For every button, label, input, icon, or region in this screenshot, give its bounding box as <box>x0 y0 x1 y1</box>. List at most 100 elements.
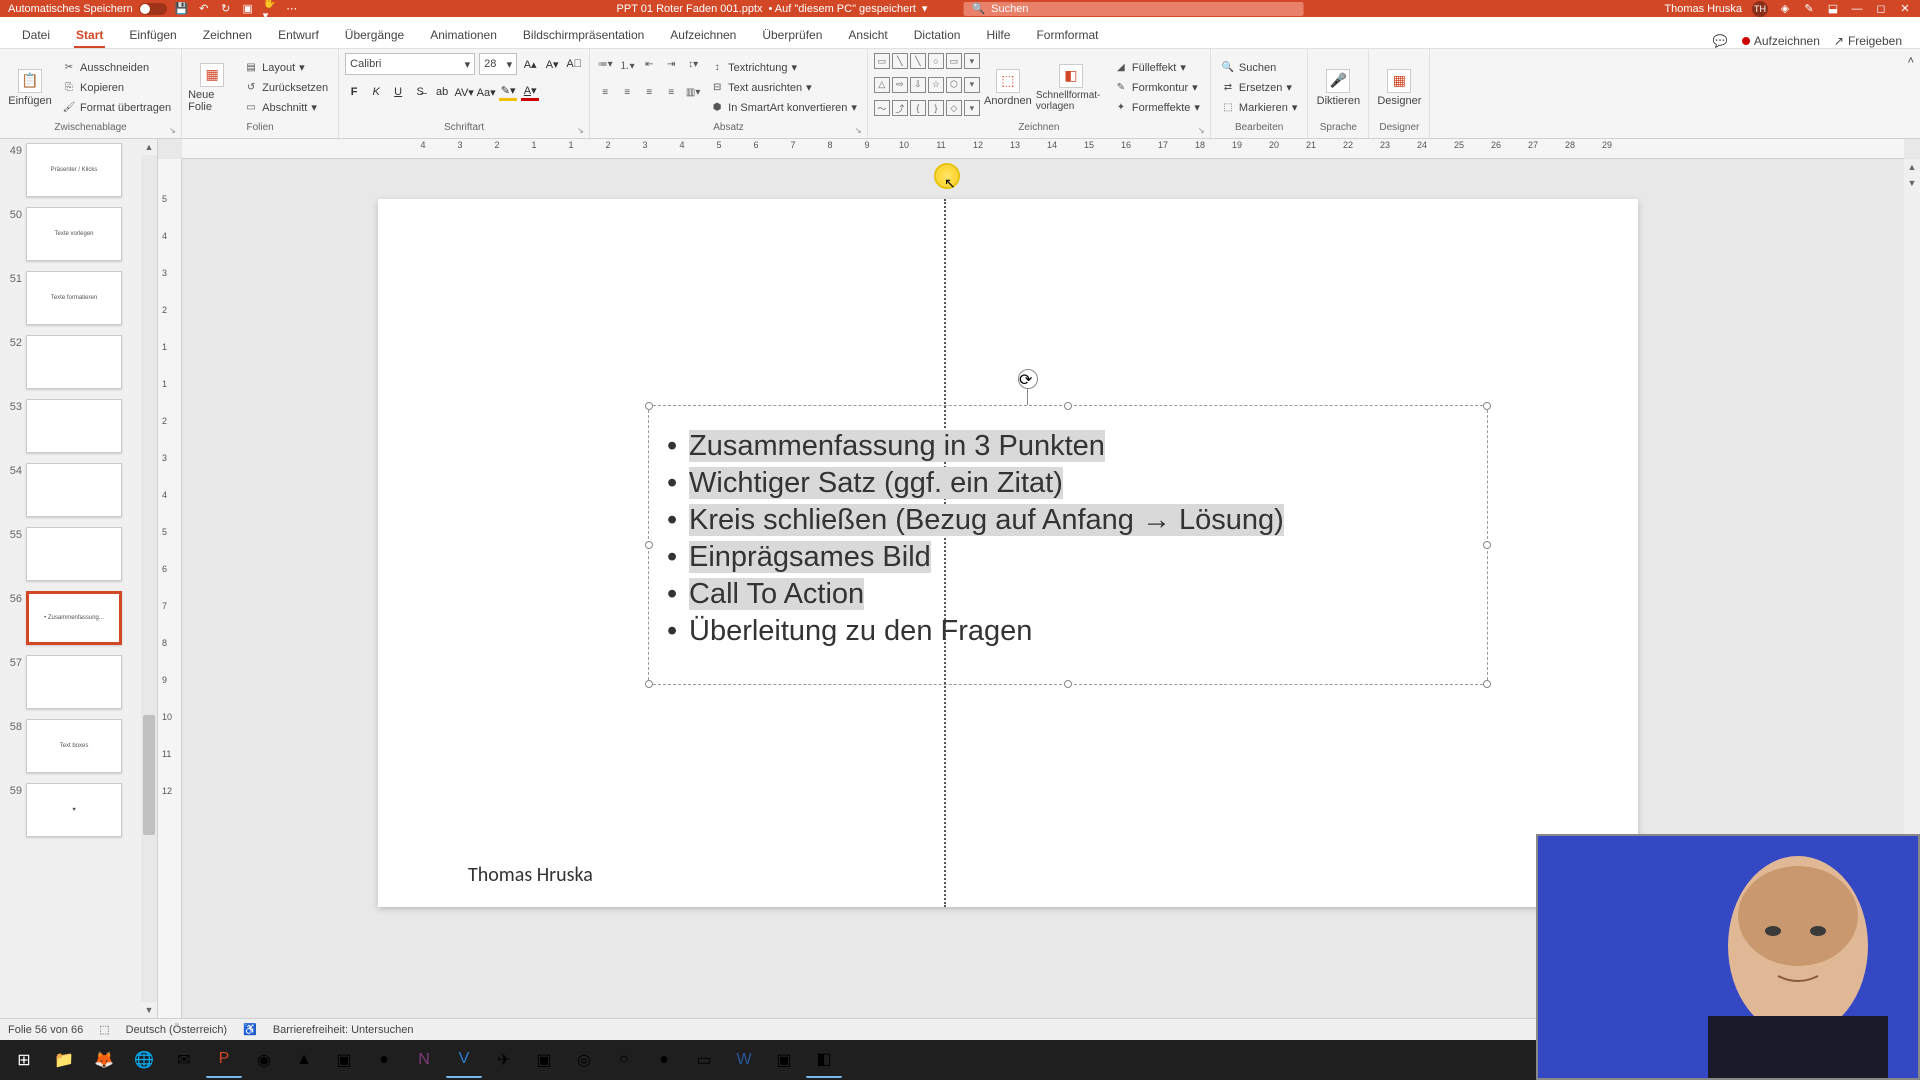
vlc-icon[interactable]: ▲ <box>286 1042 322 1078</box>
cut-button[interactable]: ✂Ausschneiden <box>58 59 175 77</box>
bullet-6[interactable]: Überleitung zu den Fragen <box>689 615 1032 647</box>
bullet-4[interactable]: Einprägsames Bild <box>689 541 931 573</box>
app1-icon[interactable]: ◉ <box>246 1042 282 1078</box>
align-left-button[interactable]: ≡ <box>596 83 614 101</box>
share-button[interactable]: ↗Freigeben <box>1834 34 1902 48</box>
shape-tri-icon[interactable]: △ <box>874 77 890 93</box>
chevron-down-icon[interactable]: ▾ <box>922 2 928 15</box>
shape-curve-icon[interactable]: 〜 <box>874 100 890 116</box>
effects-button[interactable]: ✦Formeffekte ▾ <box>1110 99 1204 117</box>
bullet-2[interactable]: Wichtiger Satz (ggf. ein Zitat) <box>689 467 1063 499</box>
shape-conn-icon[interactable]: ⤴ <box>892 100 908 116</box>
shape-more-icon[interactable]: ▾ <box>964 53 980 69</box>
align-right-button[interactable]: ≡ <box>640 83 658 101</box>
indent-decrease-button[interactable]: ⇤ <box>640 55 658 73</box>
thumbnail-50[interactable]: 50Texte vorlegen <box>4 207 157 261</box>
font-size-select[interactable]: 28▾ <box>479 53 517 75</box>
clear-formatting-button[interactable]: A⃠ <box>565 55 583 73</box>
shape-line-icon[interactable]: ╲ <box>892 53 908 69</box>
thumbnail-58[interactable]: 58Text boxes <box>4 719 157 773</box>
tab-einfuegen[interactable]: Einfügen <box>117 22 188 48</box>
format-painter-button[interactable]: 🖌Format übertragen <box>58 99 175 117</box>
shape-expand-icon[interactable]: ▾ <box>964 100 980 116</box>
shape-arrow2-icon[interactable]: ⇩ <box>910 77 926 93</box>
shape-rect2-icon[interactable]: ▭ <box>946 53 962 69</box>
scroll-up-icon[interactable]: ▲ <box>141 139 157 155</box>
find-button[interactable]: 🔍Suchen <box>1217 59 1301 77</box>
thumbnail-57[interactable]: 57 <box>4 655 157 709</box>
tab-entwurf[interactable]: Entwurf <box>266 22 331 48</box>
decrease-size-button[interactable]: A▾ <box>543 55 561 73</box>
thumbnail-scrollbar[interactable]: ▲ ▼ <box>141 139 157 1018</box>
app6-icon[interactable]: ○ <box>606 1042 642 1078</box>
spacing-button[interactable]: AV▾ <box>455 83 473 101</box>
scroll-thumb[interactable] <box>143 715 155 835</box>
tab-bildschirm[interactable]: Bildschirmpräsentation <box>511 22 656 48</box>
rotate-handle[interactable]: ⟳ <box>1018 369 1038 389</box>
new-slide-button[interactable]: ▦ Neue Folie <box>188 53 236 122</box>
resize-handle-br[interactable] <box>1483 680 1491 688</box>
arrange-button[interactable]: ⬚ Anordnen <box>984 53 1032 122</box>
accessibility-status[interactable]: Barrierefreiheit: Untersuchen <box>273 1024 414 1036</box>
content-placeholder[interactable]: Zusammenfassung in 3 Punkten Wichtiger S… <box>648 405 1488 685</box>
copy-button[interactable]: ⎘Kopieren <box>58 79 175 97</box>
scroll-down-icon[interactable]: ▼ <box>141 1002 157 1018</box>
case-button[interactable]: Aa▾ <box>477 83 495 101</box>
line-spacing-button[interactable]: ↕▾ <box>684 55 702 73</box>
shape-callout-icon[interactable]: ◇ <box>946 100 962 116</box>
tab-ueberpruefen[interactable]: Überprüfen <box>750 22 834 48</box>
app9-icon[interactable]: ▣ <box>766 1042 802 1078</box>
designer-button[interactable]: ▦ Designer <box>1375 53 1423 122</box>
app5-icon[interactable]: ◎ <box>566 1042 602 1078</box>
highlight-button[interactable]: ✎▾ <box>499 83 517 101</box>
text-direction-button[interactable]: ↕Textrichtung ▾ <box>706 59 861 77</box>
shape-more2-icon[interactable]: ▾ <box>964 77 980 93</box>
increase-size-button[interactable]: A▴ <box>521 55 539 73</box>
shadow-button[interactable]: ab <box>433 83 451 101</box>
tab-aufzeichnen[interactable]: Aufzeichnen <box>658 22 748 48</box>
drawing-launcher[interactable]: ↘ <box>1198 126 1208 136</box>
resize-handle-ml[interactable] <box>645 541 653 549</box>
tab-animationen[interactable]: Animationen <box>418 22 509 48</box>
bullet-3[interactable]: Kreis schließen (Bezug auf Anfang → Lösu… <box>689 504 1284 536</box>
select-button[interactable]: ⬚Markieren ▾ <box>1217 99 1301 117</box>
canvas-scroll-down-icon[interactable]: ▼ <box>1904 175 1920 191</box>
thumbnail-51[interactable]: 51Texte formatieren <box>4 271 157 325</box>
user-avatar[interactable]: TH <box>1752 1 1768 17</box>
shape-arrow-icon[interactable]: ⇨ <box>892 77 908 93</box>
language-status[interactable]: Deutsch (Österreich) <box>126 1024 227 1036</box>
diamond-icon[interactable]: ◈ <box>1778 2 1792 16</box>
text-align-button[interactable]: ⊟Text ausrichten ▾ <box>706 79 861 97</box>
reset-button[interactable]: ↺Zurücksetzen <box>240 79 332 97</box>
align-center-button[interactable]: ≡ <box>618 83 636 101</box>
maximize-icon[interactable]: ◻ <box>1874 2 1888 16</box>
horizontal-ruler[interactable]: 4321123456789101112131415161718192021222… <box>182 139 1904 159</box>
app7-icon[interactable]: ● <box>646 1042 682 1078</box>
resize-handle-mr[interactable] <box>1483 541 1491 549</box>
redo-icon[interactable]: ↻ <box>219 2 233 16</box>
tab-zeichnen[interactable]: Zeichnen <box>191 22 264 48</box>
minimize-icon[interactable]: — <box>1850 2 1864 16</box>
explorer-icon[interactable]: 📁 <box>46 1042 82 1078</box>
app3-icon[interactable]: ● <box>366 1042 402 1078</box>
pen-icon[interactable]: ✎ <box>1802 2 1816 16</box>
start-button[interactable]: ⊞ <box>6 1042 42 1078</box>
section-button[interactable]: ▭Abschnitt ▾ <box>240 99 332 117</box>
outline-button[interactable]: ✎Formkontur ▾ <box>1110 79 1204 97</box>
spellcheck-icon[interactable]: ⬚ <box>99 1023 109 1036</box>
indent-increase-button[interactable]: ⇥ <box>662 55 680 73</box>
resize-handle-bm[interactable] <box>1064 680 1072 688</box>
tab-dictation[interactable]: Dictation <box>902 22 973 48</box>
columns-button[interactable]: ▥▾ <box>684 83 702 101</box>
shape-star-icon[interactable]: ☆ <box>928 77 944 93</box>
shape-brace-icon[interactable]: { <box>910 100 926 116</box>
shape-rect-icon[interactable]: ▭ <box>874 53 890 69</box>
save-icon[interactable]: 💾 <box>175 2 189 16</box>
tab-uebergaenge[interactable]: Übergänge <box>333 22 416 48</box>
shape-hex-icon[interactable]: ⬡ <box>946 77 962 93</box>
dictate-button[interactable]: 🎤 Diktieren <box>1314 53 1362 122</box>
touch-icon[interactable]: ✋▾ <box>263 2 277 16</box>
replace-button[interactable]: ⇄Ersetzen ▾ <box>1217 79 1301 97</box>
app8-icon[interactable]: ▭ <box>686 1042 722 1078</box>
thumbnail-59[interactable]: 59♥ <box>4 783 157 837</box>
